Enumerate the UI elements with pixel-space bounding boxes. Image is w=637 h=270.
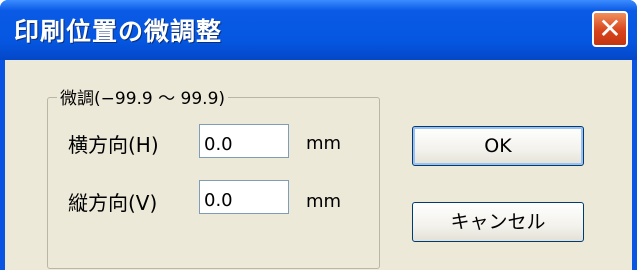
vertical-label: 縦方向(V) [68, 191, 158, 215]
horizontal-offset-input[interactable] [199, 124, 289, 158]
dialog-window: 印刷位置の微調整 ✕ 微調(−99.9 ～ 99.9) 横方向(H) mm 縦方… [0, 0, 637, 270]
title-bar[interactable]: 印刷位置の微調整 ✕ [0, 0, 637, 60]
close-icon: ✕ [598, 12, 622, 45]
ok-button[interactable]: OK [412, 126, 584, 166]
horizontal-label: 横方向(H) [68, 133, 159, 157]
close-button[interactable]: ✕ [592, 11, 628, 47]
vertical-unit: mm [306, 191, 342, 212]
fine-adjust-legend: 微調(−99.9 ～ 99.9) [57, 84, 229, 109]
horizontal-unit: mm [306, 133, 342, 154]
dialog-body: 微調(−99.9 ～ 99.9) 横方向(H) mm 縦方向(V) mm OK … [5, 60, 632, 270]
cancel-button[interactable]: キャンセル [412, 202, 584, 242]
window-title: 印刷位置の微調整 [14, 17, 223, 46]
vertical-offset-input[interactable] [199, 180, 289, 214]
